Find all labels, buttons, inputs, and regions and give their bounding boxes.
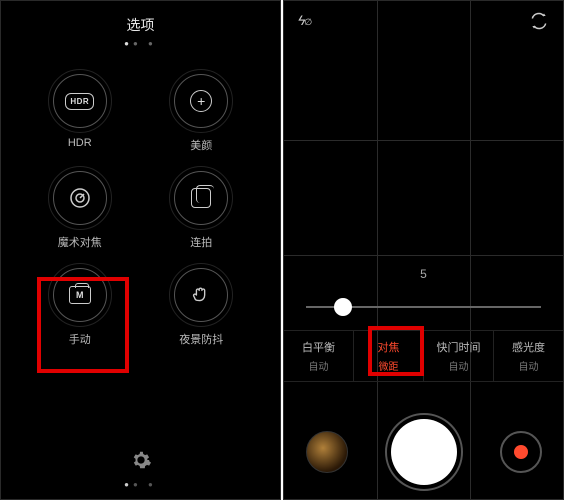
- option-magic-focus[interactable]: 魔术对焦: [37, 171, 123, 250]
- beauty-icon: +: [174, 74, 228, 128]
- shutter-button[interactable]: [391, 419, 457, 485]
- param-value: 自动: [284, 358, 353, 373]
- option-label: 美颜: [190, 137, 212, 153]
- param-title: 白平衡: [284, 339, 353, 355]
- param-shutter[interactable]: 快门时间 自动: [424, 331, 494, 381]
- page-title: 选项: [1, 1, 280, 39]
- option-beauty[interactable]: + 美颜: [159, 74, 245, 153]
- option-label: 魔术对焦: [58, 234, 102, 250]
- param-focus[interactable]: 对焦 微距: [354, 331, 424, 381]
- option-label: 手动: [69, 331, 91, 347]
- hdr-icon: HDR: [53, 74, 107, 128]
- param-value: 微距: [354, 358, 423, 373]
- manual-params: 白平衡 自动 对焦 微距 快门时间 自动 感光度 自动: [284, 330, 563, 382]
- pager-bottom: ●● ●: [1, 480, 280, 489]
- gear-icon: [130, 449, 152, 471]
- camera-manual-screen: ϟ∅ 5 白平衡 自动 对焦 微距 快门时间 自动 感光度 自动: [283, 0, 564, 500]
- topbar: ϟ∅: [284, 1, 563, 41]
- param-title: 对焦: [354, 339, 423, 355]
- pager-top: ●● ●: [1, 39, 280, 48]
- capture-controls: [284, 419, 563, 485]
- value-slider[interactable]: [306, 297, 541, 317]
- option-label: 连拍: [190, 234, 212, 250]
- settings-button[interactable]: [130, 449, 152, 471]
- magic-focus-icon: [53, 171, 107, 225]
- option-hdr[interactable]: HDR HDR: [37, 74, 123, 153]
- param-title: 感光度: [494, 339, 563, 355]
- option-night[interactable]: 夜景防抖: [159, 268, 245, 347]
- options-screen: 选项 ●● ● HDR HDR + 美颜 魔术对焦 连拍: [0, 0, 281, 500]
- flash-off-icon: ϟ∅: [298, 12, 311, 28]
- param-title: 快门时间: [424, 339, 493, 355]
- flash-toggle[interactable]: ϟ∅: [298, 12, 311, 30]
- manual-icon: M: [53, 268, 107, 322]
- param-value: 自动: [494, 358, 563, 373]
- gallery-thumbnail[interactable]: [306, 431, 348, 473]
- slider-thumb[interactable]: [334, 298, 352, 316]
- switch-camera-icon: [529, 11, 549, 31]
- param-value: 自动: [424, 358, 493, 373]
- switch-camera-button[interactable]: [529, 11, 549, 31]
- option-label: 夜景防抖: [179, 331, 223, 347]
- center-value: 5: [284, 267, 563, 281]
- hand-icon: [174, 268, 228, 322]
- param-white-balance[interactable]: 白平衡 自动: [284, 331, 354, 381]
- burst-icon: [174, 171, 228, 225]
- option-label: HDR: [68, 137, 92, 149]
- option-manual[interactable]: M 手动: [37, 268, 123, 347]
- options-grid: HDR HDR + 美颜 魔术对焦 连拍 M 手动: [1, 48, 280, 347]
- record-button[interactable]: [500, 431, 542, 473]
- param-iso[interactable]: 感光度 自动: [494, 331, 563, 381]
- option-burst[interactable]: 连拍: [159, 171, 245, 250]
